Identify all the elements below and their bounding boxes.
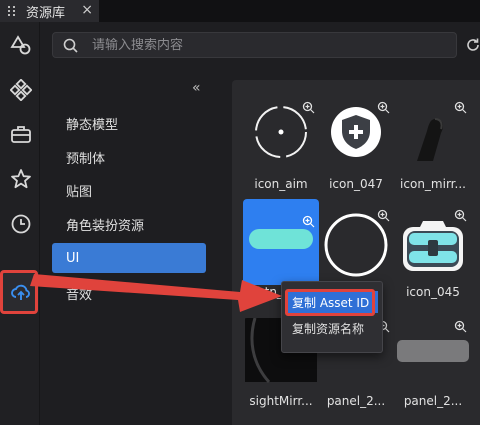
tab-asset-library[interactable]: 资源库 × xyxy=(0,0,99,22)
search-area xyxy=(40,22,480,68)
zoom-icon[interactable] xyxy=(454,320,467,333)
annotation-highlight-box xyxy=(285,289,375,316)
left-icon-rail xyxy=(0,22,40,425)
search-icon xyxy=(63,38,78,53)
asset-thumbnail xyxy=(243,199,319,285)
refresh-icon[interactable] xyxy=(464,36,480,54)
tab-title: 资源库 xyxy=(26,5,66,21)
search-box[interactable] xyxy=(52,32,457,58)
zoom-icon[interactable] xyxy=(454,101,467,114)
zoom-icon[interactable] xyxy=(377,101,390,114)
category-ui[interactable]: UI xyxy=(52,243,206,273)
components-icon[interactable] xyxy=(6,75,36,105)
asset-name: icon_045 xyxy=(406,285,460,299)
category-texture[interactable]: 贴图 xyxy=(52,175,206,205)
copy-asset-name-menu-item[interactable]: 复制资源名称 xyxy=(288,317,378,339)
collapse-icon[interactable]: « xyxy=(192,80,201,96)
star-icon[interactable] xyxy=(6,164,36,194)
zoom-icon[interactable] xyxy=(302,215,315,228)
zoom-icon[interactable] xyxy=(454,209,467,222)
drag-grip-icon[interactable] xyxy=(8,6,18,16)
category-prefab[interactable]: 预制体 xyxy=(52,142,206,172)
asset-name: icon_mirr... xyxy=(400,177,466,191)
clock-icon[interactable] xyxy=(6,209,36,239)
cloud-upload-icon[interactable] xyxy=(6,277,36,307)
category-character-outfit[interactable]: 角色装扮资源 xyxy=(52,209,206,239)
panel-tab-bar: 资源库 × xyxy=(0,0,480,22)
zoom-icon[interactable] xyxy=(377,209,390,222)
category-list: « 静态模型 预制体 贴图 角色装扮资源 UI 音效 xyxy=(40,68,218,425)
zoom-icon[interactable] xyxy=(302,101,315,114)
category-sound[interactable]: 音效 xyxy=(52,278,206,308)
close-icon[interactable]: × xyxy=(81,2,93,18)
toolbox-icon[interactable] xyxy=(6,119,36,149)
asset-name: btn_... xyxy=(257,285,283,299)
search-input[interactable] xyxy=(92,37,392,53)
asset-name: panel_2... xyxy=(403,394,463,408)
shapes-icon[interactable] xyxy=(6,30,36,60)
category-static-model[interactable]: 静态模型 xyxy=(52,108,206,138)
